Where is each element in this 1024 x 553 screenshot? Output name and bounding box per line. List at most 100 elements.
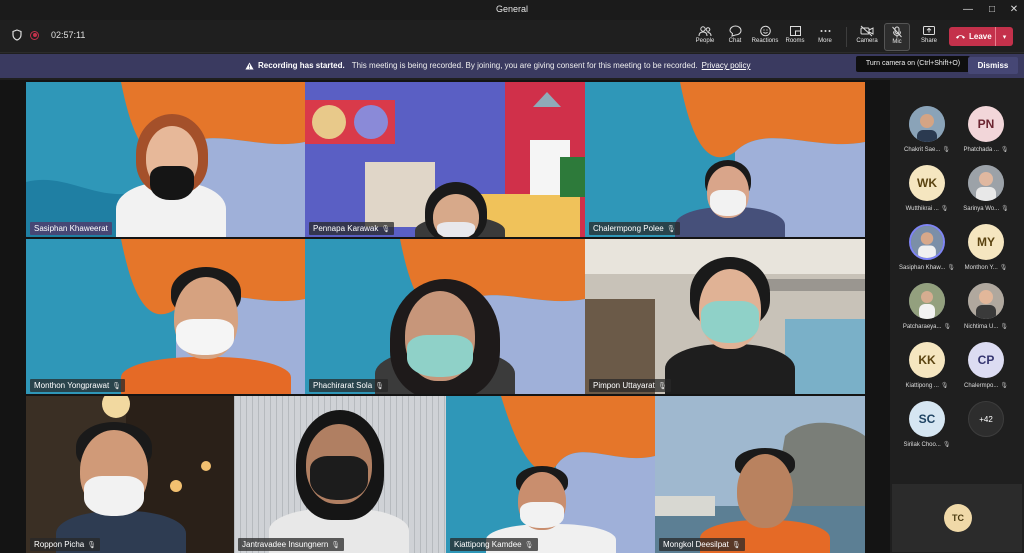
video-tile[interactable]: Jantravadee Insungnern 🎙 — [234, 396, 446, 553]
mic-off-icon — [892, 26, 902, 38]
recording-icon — [30, 30, 39, 40]
dismiss-button[interactable]: Dismiss — [968, 57, 1018, 74]
more-participants-count: +42 — [968, 401, 1004, 437]
avatar: MY — [968, 224, 1004, 260]
video-tile[interactable]: Pennapa Karawak 🎙 — [305, 82, 585, 237]
reactions-icon — [759, 25, 771, 37]
privacy-policy-link[interactable]: Privacy policy — [702, 61, 751, 70]
mic-muted-icon: 🎙 — [87, 542, 97, 549]
maximize-button[interactable]: □ — [984, 2, 1000, 18]
people-button[interactable]: People — [690, 23, 720, 51]
roster-item[interactable]: Sasiphan Khaw... 🎙 — [897, 224, 957, 271]
window-title: General — [495, 4, 529, 14]
roster-item[interactable]: Sarinya Wo... 🎙 — [956, 165, 1016, 212]
share-button[interactable]: Share — [914, 23, 944, 51]
share-label: Share — [920, 38, 937, 44]
avatar: WK — [909, 165, 945, 201]
more-button[interactable]: More — [810, 23, 840, 51]
avatar: KK — [909, 342, 945, 378]
roster-item[interactable]: Chakrit Sae... 🎙 — [897, 106, 957, 153]
people-label: People — [695, 38, 715, 44]
title-bar: General — □ ✕ — [0, 0, 1024, 20]
roster-item[interactable]: Patcharaeya... 🎙 — [897, 283, 957, 330]
video-tile[interactable]: Kiattipong Kamdee 🎙 — [446, 396, 655, 553]
rooms-button[interactable]: Rooms — [780, 23, 810, 51]
mic-muted-icon: 🎙 — [375, 383, 385, 390]
more-label: More — [818, 38, 832, 44]
roster-item[interactable]: MY Monthon Y... 🎙 — [956, 224, 1016, 271]
avatar — [968, 283, 1004, 319]
participant-name-tag: Phachirarat Sola 🎙 — [309, 379, 389, 392]
avatar — [909, 283, 945, 319]
participant-name-tag: Kiattipong Kamdee 🎙 — [450, 538, 538, 551]
roster-item[interactable]: CP Chalermpo... 🎙 — [956, 342, 1016, 389]
mic-muted-icon: 🎙 — [657, 383, 667, 390]
self-preview: TC — [892, 484, 1022, 552]
video-tile[interactable]: Pimpon Uttayarat 🎙 — [585, 239, 865, 394]
participant-name-tag: Pennapa Karawak 🎙 — [309, 222, 395, 235]
avatar — [909, 106, 945, 142]
participant-name-tag: Jantravadee Insungnern 🎙 — [238, 538, 345, 551]
reactions-button[interactable]: Reactions — [750, 23, 780, 51]
banner-title: Recording has started. — [258, 61, 345, 70]
phone-hangup-icon — [956, 35, 965, 39]
participant-name-tag: Mongkol Deesilpat 🎙 — [659, 538, 745, 551]
self-avatar: TC — [944, 504, 972, 532]
mic-muted-icon: 🎙 — [524, 542, 534, 549]
rooms-icon — [789, 26, 801, 36]
roster-item[interactable]: PN Phatchada ... 🎙 — [956, 106, 1016, 153]
roster-item[interactable]: SC Sirilak Choo... 🎙 — [897, 401, 957, 448]
video-tile[interactable]: Sasiphan Khaweerat — [26, 82, 305, 237]
camera-button[interactable]: Camera — [852, 23, 882, 51]
camera-label: Camera — [856, 38, 878, 44]
avatar: CP — [968, 342, 1004, 378]
camera-off-icon — [860, 25, 874, 37]
leave-options-chevron-icon[interactable]: ▾ — [995, 27, 1013, 46]
mic-muted-icon: 🎙 — [731, 542, 741, 549]
chat-button[interactable]: Chat — [720, 23, 750, 51]
roster-item[interactable]: Nichtima U... 🎙 — [956, 283, 1016, 330]
participant-name-tag: Pimpon Uttayarat 🎙 — [589, 379, 671, 392]
video-tile[interactable]: Mongkol Deesilpat 🎙 — [655, 396, 865, 553]
chat-label: Chat — [728, 38, 742, 44]
camera-tooltip: Turn camera on (Ctrl+Shift+O) — [856, 56, 970, 72]
shield-icon[interactable] — [12, 29, 22, 41]
avatar: PN — [968, 106, 1004, 142]
mic-muted-icon: 🎙 — [381, 226, 391, 233]
video-tile[interactable]: Monthon Yongprawat 🎙 — [26, 239, 305, 394]
avatar: SC — [909, 401, 945, 437]
video-stage: Sasiphan Khaweerat Pennapa Karawak 🎙 Cha… — [0, 80, 890, 553]
chat-icon — [728, 25, 742, 37]
mic-button[interactable]: Mic — [884, 23, 910, 51]
video-tile[interactable]: Chalermpong Polee 🎙 — [585, 82, 865, 237]
mic-muted-icon: 🎙 — [331, 542, 341, 549]
rooms-label: Rooms — [785, 38, 805, 44]
participant-name-tag: Chalermpong Polee 🎙 — [589, 222, 680, 235]
leave-label: Leave — [969, 32, 992, 41]
roster-item[interactable]: KK Kiattipong ... 🎙 — [897, 342, 957, 389]
avatar — [968, 165, 1004, 201]
minimize-button[interactable]: — — [960, 2, 976, 18]
avatar — [909, 224, 945, 260]
meeting-timer: 02:57:11 — [51, 30, 86, 40]
video-tile[interactable]: Roppon Picha 🎙 — [26, 396, 234, 553]
share-icon — [923, 26, 935, 35]
close-window-button[interactable]: ✕ — [1006, 2, 1022, 18]
participant-roster: Chakrit Sae... 🎙 PN Phatchada ... 🎙 WK Wut… — [890, 80, 1024, 553]
mic-muted-icon: 🎙 — [112, 383, 122, 390]
roster-item[interactable]: WK Wutthikrai ... 🎙 — [897, 165, 957, 212]
video-tile[interactable]: Phachirarat Sola 🎙 — [305, 239, 585, 394]
participant-name-tag: Monthon Yongprawat 🎙 — [30, 379, 126, 392]
more-participants-button[interactable]: +42 — [956, 401, 1016, 437]
mic-label: Mic — [892, 39, 902, 45]
participant-name-tag: Sasiphan Khaweerat — [30, 222, 112, 235]
reactions-label: Reactions — [751, 38, 779, 44]
meeting-toolbar: 02:57:11 People Chat Reactions Rooms Mor… — [0, 20, 1024, 53]
people-icon — [698, 26, 712, 37]
banner-message: This meeting is being recorded. By joini… — [351, 61, 698, 70]
mic-muted-icon: 🎙 — [666, 226, 676, 233]
leave-button[interactable]: Leave ▾ — [949, 27, 1013, 46]
more-icon — [820, 30, 830, 32]
participant-name-tag: Roppon Picha 🎙 — [30, 538, 101, 551]
warning-icon — [245, 62, 254, 69]
